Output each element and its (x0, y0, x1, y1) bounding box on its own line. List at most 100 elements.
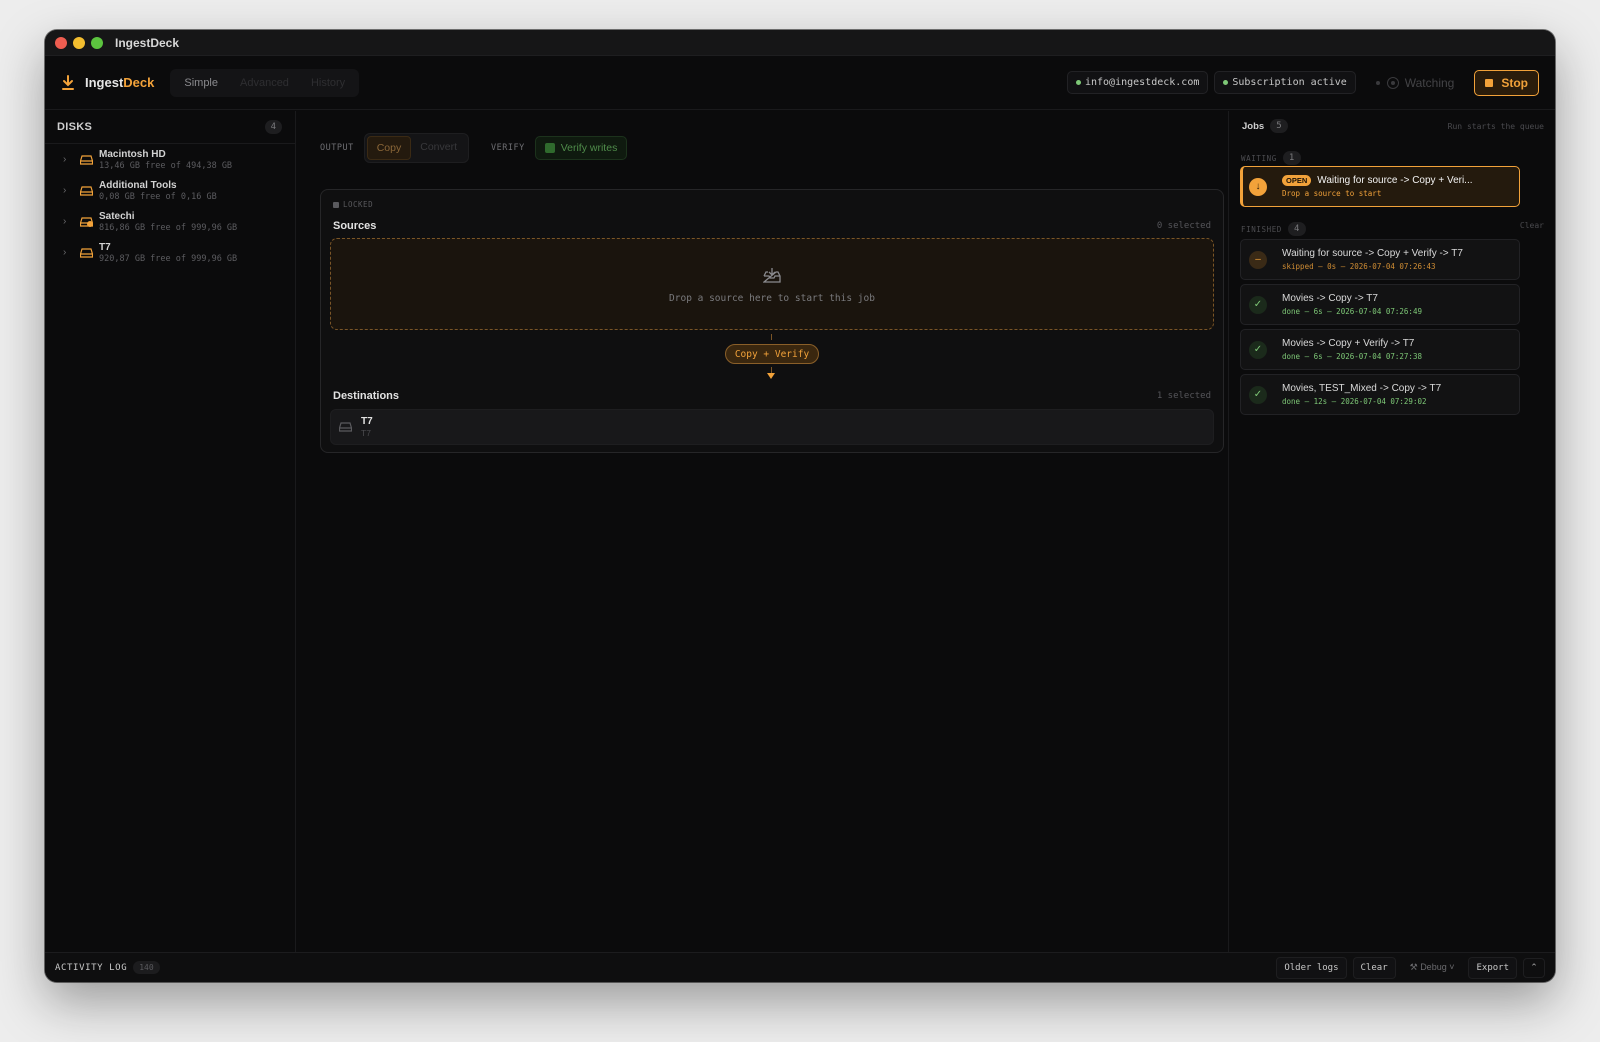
check-icon: ✓ (1249, 340, 1267, 359)
disk-item-macintosh-hd[interactable]: › Macintosh HD 13,46 GB free of 494,38 GB (45, 144, 295, 175)
minimize-window-button[interactable] (73, 36, 85, 49)
mode-switcher: Simple Advanced History (170, 68, 360, 97)
drive-warning-icon (80, 216, 93, 227)
locked-indicator: LOCKED (333, 200, 373, 209)
app-window: IngestDeck IngestDeck Simple Advanced Hi… (45, 30, 1555, 982)
wrench-icon: ⚒ (1409, 962, 1421, 972)
tab-advanced[interactable]: Advanced (229, 72, 300, 94)
tab-history[interactable]: History (300, 72, 356, 94)
disk-item-t7[interactable]: › T7 920,87 GB free of 999,96 GB (45, 237, 295, 268)
job-meta: skipped – 0s – 2026-07-04 07:26:43 (1282, 262, 1436, 271)
disk-item-additional-tools[interactable]: › Additional Tools 0,08 GB free of 0,16 G… (45, 175, 295, 206)
jobs-title: Jobs (1242, 120, 1265, 132)
stop-button[interactable]: Stop (1474, 69, 1539, 96)
disks-header: DISKS 4 (45, 111, 295, 144)
stop-icon (1485, 78, 1494, 87)
open-badge: OPEN (1282, 175, 1312, 186)
chevron-right-icon[interactable]: › (63, 247, 71, 258)
job-item-done[interactable]: ✓ Movies -> Copy -> T7 done – 6s – 2026-… (1240, 284, 1520, 325)
disk-name: Additional Tools (99, 179, 177, 191)
disk-capacity: 0,08 GB free of 0,16 GB (99, 191, 217, 202)
jobs-header: Jobs 5 Run starts the queue (1242, 119, 1544, 133)
verify-writes-toggle[interactable]: Verify writes (534, 136, 628, 160)
destination-item[interactable]: T7 T7 (330, 409, 1214, 445)
tab-simple[interactable]: Simple (173, 72, 229, 94)
disk-count-badge: 4 (264, 120, 282, 134)
job-title: Movies -> Copy -> T7 (1282, 293, 1378, 304)
app-header: IngestDeck Simple Advanced History info@… (45, 56, 1555, 110)
activity-log-bar: ACTIVITY LOG 140 Older logs Clear ⚒ Debu… (45, 952, 1555, 982)
job-card: LOCKED Sources 0 selected Drop a source … (320, 189, 1224, 453)
destination-subtitle: T7 (361, 428, 371, 438)
title-bar: IngestDeck (45, 30, 1555, 56)
sources-title: Sources (333, 220, 377, 232)
drive-icon (80, 247, 93, 258)
disk-name: Macintosh HD (99, 148, 166, 160)
disk-capacity: 920,87 GB free of 999,96 GB (99, 253, 238, 264)
drive-icon (339, 422, 352, 432)
download-icon: ↓ (1249, 177, 1267, 196)
finished-count-badge: 4 (1287, 222, 1306, 236)
destinations-count: 1 selected (1156, 391, 1211, 401)
older-logs-button[interactable]: Older logs (1276, 956, 1347, 979)
waiting-group-label: WAITING 1 (1241, 151, 1301, 165)
disk-capacity: 816,86 GB free of 999,96 GB (99, 222, 238, 233)
chevron-right-icon[interactable]: › (63, 154, 71, 165)
job-title: Movies -> Copy + Verify -> T7 (1282, 338, 1415, 349)
source-drop-zone[interactable]: Drop a source here to start this job (330, 238, 1214, 330)
debug-dropdown[interactable]: ⚒ Debug ˅ (1402, 956, 1463, 979)
disk-name: Satechi (99, 210, 135, 222)
job-meta: Drop a source to start (1282, 189, 1382, 198)
job-item-done[interactable]: ✓ Movies, TEST_Mixed -> Copy -> T7 done … (1240, 374, 1520, 415)
inbox-icon (763, 268, 781, 283)
status-dot-icon (1223, 80, 1229, 85)
finished-group-label: FINISHED 4 (1241, 222, 1306, 236)
drive-icon (80, 154, 93, 165)
chevron-right-icon[interactable]: › (63, 185, 71, 196)
job-editor: OUTPUT Copy Convert VERIFY Verify writes… (297, 111, 1227, 952)
job-title: Waiting for source -> Copy + Verify -> T… (1282, 248, 1463, 259)
clear-finished-button[interactable]: Clear (1520, 221, 1544, 230)
lock-icon (333, 201, 339, 208)
account-email-badge: info@ingestdeck.com (1066, 71, 1209, 94)
header-status: info@ingestdeck.com Subscription active … (1066, 69, 1539, 96)
destination-name: T7 (361, 416, 373, 427)
disks-sidebar: DISKS 4 › Macintosh HD 13,46 GB free of 4… (45, 111, 296, 952)
flow-connector (771, 334, 772, 340)
clear-log-button[interactable]: Clear (1352, 956, 1396, 979)
chevron-up-icon[interactable]: ⌃ (1523, 957, 1545, 978)
job-item-done[interactable]: ✓ Movies -> Copy + Verify -> T7 done – 6… (1240, 329, 1520, 370)
zoom-window-button[interactable] (91, 36, 103, 49)
sources-count: 0 selected (1156, 221, 1211, 231)
output-convert-option[interactable]: Convert (411, 136, 466, 160)
drop-hint: Drop a source here to start this job (669, 293, 875, 304)
waiting-count-badge: 1 (1282, 151, 1301, 165)
check-icon: ✓ (1249, 385, 1267, 404)
chevron-down-icon: ˅ (1446, 962, 1455, 972)
job-item-skipped[interactable]: – Waiting for source -> Copy + Verify ->… (1240, 239, 1520, 280)
log-actions: Older logs Clear ⚒ Debug ˅ Export ⌃ (1276, 956, 1545, 979)
job-item-open[interactable]: ↓ OPEN Waiting for source -> Copy + Veri.… (1240, 166, 1520, 207)
status-dot-icon (1075, 80, 1081, 85)
output-mode-switch: Copy Convert (363, 133, 469, 163)
flow-operation-badge: Copy + Verify (725, 344, 819, 364)
close-window-button[interactable] (55, 36, 67, 49)
brand-name: IngestDeck (85, 75, 155, 90)
watching-toggle[interactable]: Watching (1375, 76, 1454, 90)
destinations-title: Destinations (333, 390, 400, 402)
chevron-right-icon[interactable]: › (63, 216, 71, 227)
skipped-icon: – (1249, 250, 1267, 269)
disk-name: T7 (99, 241, 111, 253)
job-title: Waiting for source -> Copy + Veri... (1317, 175, 1473, 186)
checkbox-icon (544, 143, 555, 153)
arrow-down-icon (767, 373, 775, 379)
job-meta: done – 12s – 2026-07-04 07:29:02 (1282, 397, 1427, 406)
job-title: Movies, TEST_Mixed -> Copy -> T7 (1282, 383, 1442, 394)
output-label: OUTPUT (320, 143, 354, 153)
output-copy-option[interactable]: Copy (366, 136, 412, 160)
export-log-button[interactable]: Export (1468, 956, 1517, 979)
disk-item-satechi[interactable]: › Satechi 816,86 GB free of 999,96 GB (45, 206, 295, 237)
verify-label: VERIFY (491, 143, 525, 153)
download-icon (62, 74, 74, 90)
log-count-badge: 140 (133, 961, 160, 974)
